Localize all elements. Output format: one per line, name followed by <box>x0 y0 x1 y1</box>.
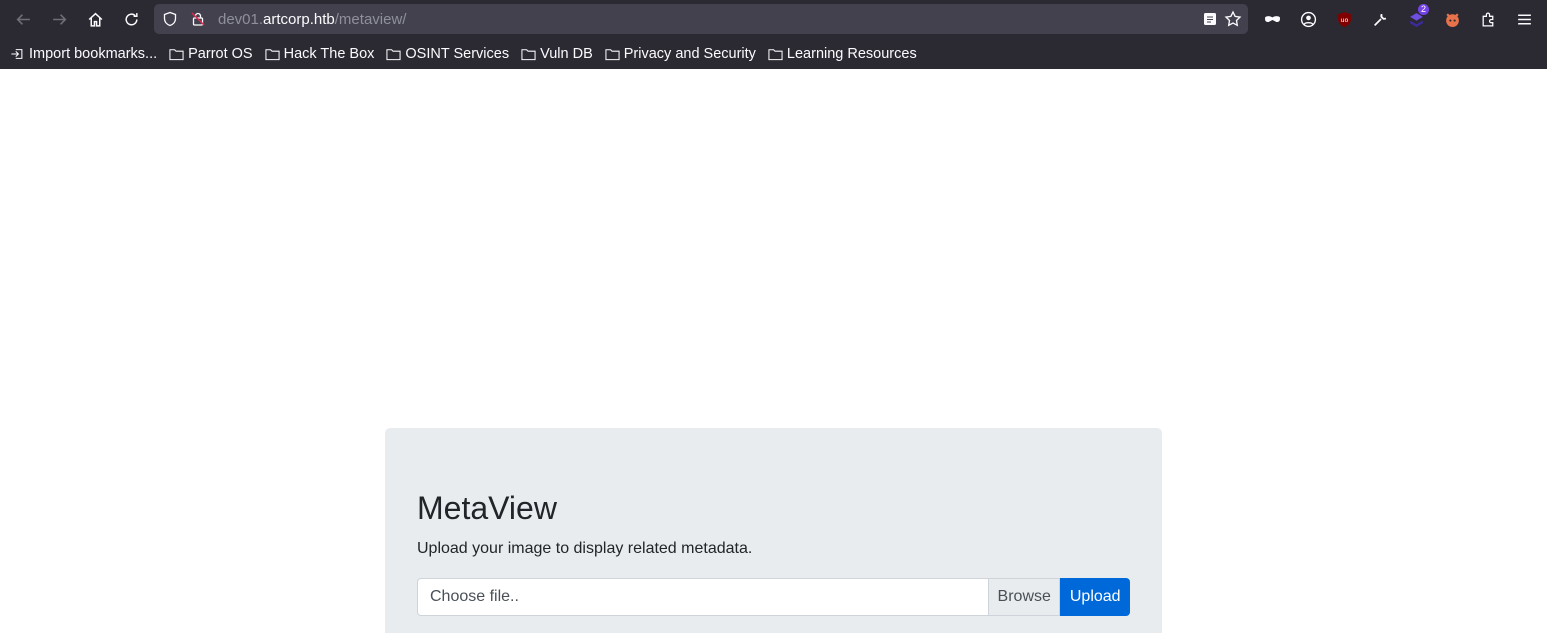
url-actions <box>1202 4 1242 34</box>
browser-toolbar: dev01.artcorp.htb/metaview/ uo 2 <box>0 0 1547 38</box>
arrow-right-icon <box>52 13 66 25</box>
wrench-icon <box>1373 13 1386 26</box>
forward-button[interactable] <box>41 4 77 34</box>
home-icon <box>88 12 102 27</box>
reload-button[interactable] <box>113 4 149 34</box>
folder-icon <box>386 48 401 60</box>
bookmarks-toolbar: Import bookmarks... Parrot OS Hack The B… <box>0 38 1547 69</box>
bookmark-label: Privacy and Security <box>623 45 756 62</box>
private-mode-button[interactable] <box>1254 4 1290 34</box>
browse-button[interactable]: Browse <box>988 578 1061 616</box>
svg-text:uo: uo <box>1340 16 1348 24</box>
shield-icon <box>163 11 177 27</box>
file-upload-group: Choose file.. Browse Upload <box>417 578 1130 616</box>
tracking-protection-button[interactable] <box>156 4 184 34</box>
folder-icon <box>521 48 536 60</box>
folder-icon <box>265 48 280 60</box>
folder-icon <box>768 48 783 60</box>
mask-icon <box>1264 15 1280 22</box>
bookmark-label: Learning Resources <box>786 45 917 62</box>
page-title: MetaView <box>417 490 557 526</box>
bookmark-folder-osint-services[interactable]: OSINT Services <box>386 46 509 62</box>
url-text[interactable]: dev01.artcorp.htb/metaview/ <box>218 11 406 28</box>
bookmark-label: Hack The Box <box>283 45 375 62</box>
bookmark-label: Import bookmarks... <box>29 45 158 62</box>
bookmark-folder-vuln-db[interactable]: Vuln DB <box>521 46 593 62</box>
page-lead: Upload your image to display related met… <box>417 540 753 557</box>
menu-button[interactable] <box>1506 4 1542 34</box>
reader-view-icon[interactable] <box>1202 11 1218 27</box>
insecure-lock-icon <box>191 12 205 26</box>
account-button[interactable] <box>1290 4 1326 34</box>
jumbotron: MetaView Upload your image to display re… <box>385 428 1162 633</box>
ublock-button[interactable]: uo <box>1326 4 1362 34</box>
file-input[interactable]: Choose file.. <box>417 578 988 616</box>
url-path: /metaview/ <box>334 10 407 28</box>
toolbar-extensions: uo 2 <box>1254 4 1542 34</box>
folder-icon <box>169 48 184 60</box>
ublock-origin-icon: uo <box>1337 11 1351 27</box>
import-icon <box>11 48 23 59</box>
url-host: artcorp.htb <box>263 10 335 28</box>
bookmark-folder-hack-the-box[interactable]: Hack The Box <box>265 45 375 62</box>
bookmark-label: OSINT Services <box>405 45 510 62</box>
bookmark-folder-parrot-os[interactable]: Parrot OS <box>169 45 253 62</box>
browser-chrome: dev01.artcorp.htb/metaview/ uo 2 Import … <box>0 0 1547 69</box>
puzzle-icon <box>1482 12 1493 27</box>
back-button[interactable] <box>5 4 41 34</box>
bookmark-folder-privacy-security[interactable]: Privacy and Security <box>605 46 756 62</box>
extension-layers-button[interactable]: 2 <box>1398 4 1434 34</box>
home-button[interactable] <box>77 4 113 34</box>
url-prefix: dev01. <box>218 10 264 28</box>
reload-icon <box>124 12 138 25</box>
upload-button[interactable]: Upload <box>1060 578 1130 616</box>
page-content: MetaView Upload your image to display re… <box>0 69 1547 633</box>
bookmark-label: Vuln DB <box>540 45 593 62</box>
devtools-button[interactable] <box>1362 4 1398 34</box>
fox-extension-icon <box>1445 12 1459 27</box>
site-security-button[interactable] <box>184 4 212 34</box>
foxyproxy-button[interactable] <box>1434 4 1470 34</box>
folder-icon <box>605 48 620 60</box>
bookmark-folder-learning-resources[interactable]: Learning Resources <box>768 46 917 62</box>
bookmark-label: Parrot OS <box>188 45 253 62</box>
bookmark-import[interactable]: Import bookmarks... <box>10 46 157 62</box>
account-icon <box>1300 11 1316 27</box>
bookmark-star-icon[interactable] <box>1224 10 1242 28</box>
extension-badge: 2 <box>1417 4 1429 15</box>
extensions-button[interactable] <box>1470 4 1506 34</box>
arrow-left-icon <box>16 13 30 25</box>
address-bar[interactable]: dev01.artcorp.htb/metaview/ <box>154 4 1248 34</box>
hamburger-menu-icon <box>1517 14 1531 24</box>
